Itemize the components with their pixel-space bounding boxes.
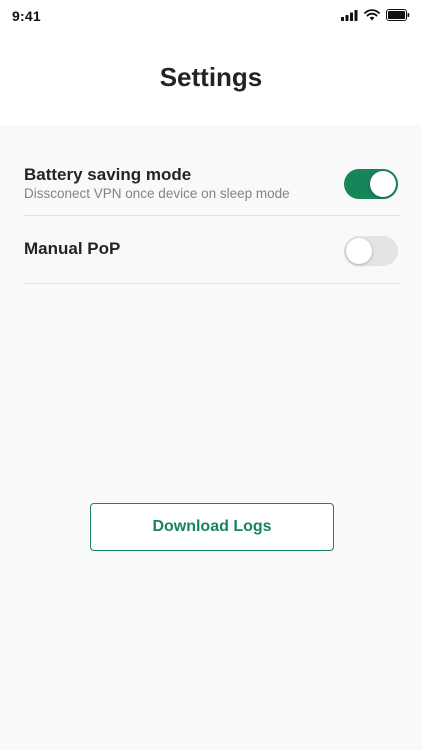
status-time: 9:41 <box>12 8 41 24</box>
settings-content: Battery saving mode Dissconect VPN once … <box>0 125 422 750</box>
status-bar: 9:41 <box>0 0 422 34</box>
wifi-icon <box>364 9 380 21</box>
battery-icon <box>386 9 410 21</box>
toggle-knob <box>370 171 396 197</box>
battery-saving-toggle[interactable] <box>344 169 398 199</box>
download-logs-button[interactable]: Download Logs <box>90 503 334 551</box>
header: Settings <box>0 34 422 125</box>
battery-saving-title: Battery saving mode <box>24 165 192 184</box>
status-icons <box>341 9 410 21</box>
toggle-knob <box>346 238 372 264</box>
cellular-signal-icon <box>341 9 358 21</box>
manual-pop-title: Manual PoP <box>24 239 121 258</box>
manual-pop-toggle[interactable] <box>344 236 398 266</box>
battery-saving-subtitle: Dissconect VPN once device on sleep mode <box>24 186 290 201</box>
page-title: Settings <box>159 62 263 92</box>
